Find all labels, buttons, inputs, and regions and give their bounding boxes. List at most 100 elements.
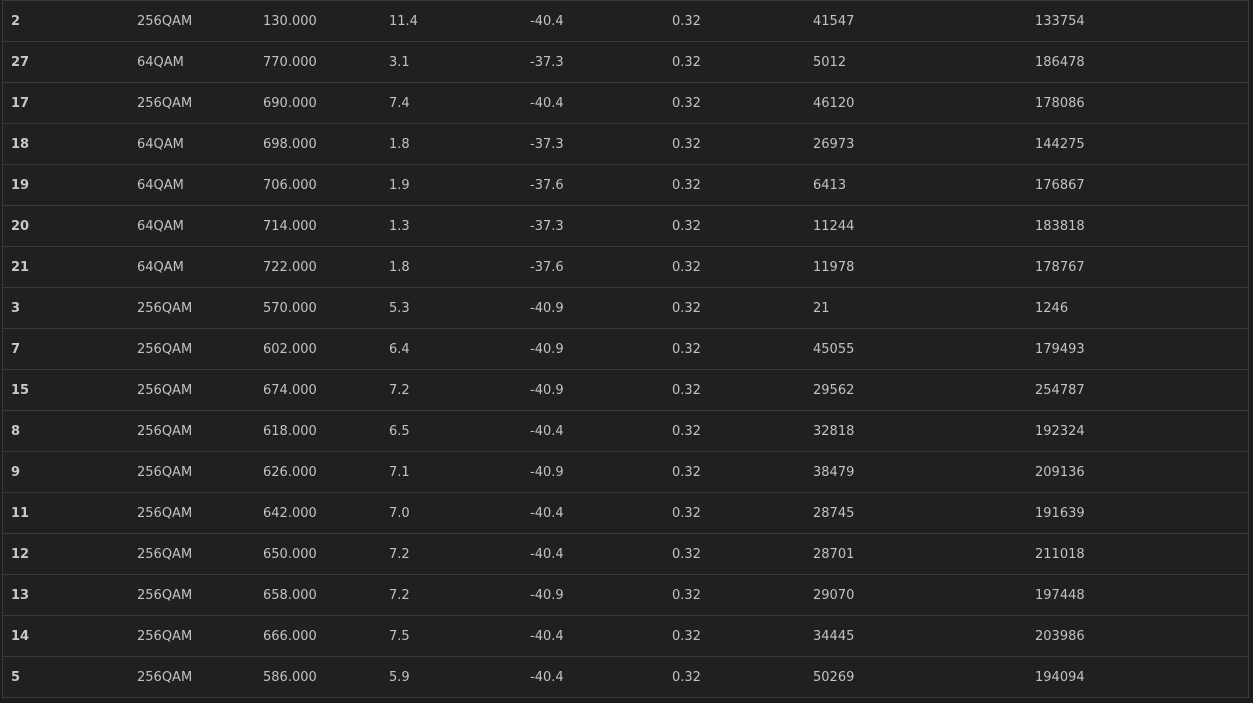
channel-id-cell: 13 — [3, 574, 137, 616]
snr-cell: 7.2 — [389, 369, 530, 411]
power-cell: -40.4 — [530, 615, 672, 657]
table-row: 9 256QAM 626.000 7.1 -40.9 0.32 38479 209136 — [3, 451, 1248, 493]
channel-id-cell: 3 — [3, 287, 137, 329]
modulation-cell: 256QAM — [137, 615, 263, 657]
corrected-cell: 28745 — [813, 492, 1035, 534]
corrected-cell: 50269 — [813, 656, 1035, 698]
value-cell: 0.32 — [672, 0, 813, 42]
uncorrected-cell: 254787 — [1035, 369, 1248, 411]
channel-id-cell: 19 — [3, 164, 137, 206]
modulation-cell: 256QAM — [137, 82, 263, 124]
table-row: 3 256QAM 570.000 5.3 -40.9 0.32 21 1246 — [3, 287, 1248, 329]
channel-id-cell: 12 — [3, 533, 137, 575]
power-cell: -40.9 — [530, 328, 672, 370]
corrected-cell: 11978 — [813, 246, 1035, 288]
channel-table-container: 2 256QAM 130.000 11.4 -40.4 0.32 41547 133754 27… — [2, 0, 1249, 698]
modulation-cell: 256QAM — [137, 574, 263, 616]
corrected-cell: 6413 — [813, 164, 1035, 206]
uncorrected-cell: 191639 — [1035, 492, 1248, 534]
value-cell: 0.32 — [672, 328, 813, 370]
frequency-cell: 618.000 — [263, 410, 389, 452]
channel-id-cell: 8 — [3, 410, 137, 452]
snr-cell: 11.4 — [389, 0, 530, 42]
snr-cell: 1.3 — [389, 205, 530, 247]
value-cell: 0.32 — [672, 574, 813, 616]
snr-cell: 6.5 — [389, 410, 530, 452]
channel-id-cell: 9 — [3, 451, 137, 493]
snr-cell: 7.2 — [389, 533, 530, 575]
frequency-cell: 698.000 — [263, 123, 389, 165]
modulation-cell: 256QAM — [137, 287, 263, 329]
power-cell: -40.4 — [530, 492, 672, 534]
table-row: 27 64QAM 770.000 3.1 -37.3 0.32 5012 186478 — [3, 41, 1248, 83]
modulation-cell: 64QAM — [137, 123, 263, 165]
modulation-cell: 64QAM — [137, 164, 263, 206]
power-cell: -40.4 — [530, 533, 672, 575]
power-cell: -37.3 — [530, 41, 672, 83]
modulation-cell: 64QAM — [137, 41, 263, 83]
modulation-cell: 256QAM — [137, 328, 263, 370]
snr-cell: 7.4 — [389, 82, 530, 124]
modulation-cell: 256QAM — [137, 0, 263, 42]
corrected-cell: 41547 — [813, 0, 1035, 42]
snr-cell: 1.8 — [389, 123, 530, 165]
frequency-cell: 602.000 — [263, 328, 389, 370]
value-cell: 0.32 — [672, 41, 813, 83]
uncorrected-cell: 1246 — [1035, 287, 1248, 329]
uncorrected-cell: 178086 — [1035, 82, 1248, 124]
frequency-cell: 642.000 — [263, 492, 389, 534]
value-cell: 0.32 — [672, 656, 813, 698]
channel-id-cell: 5 — [3, 656, 137, 698]
channel-id-cell: 7 — [3, 328, 137, 370]
corrected-cell: 26973 — [813, 123, 1035, 165]
table-row: 14 256QAM 666.000 7.5 -40.4 0.32 34445 203986 — [3, 615, 1248, 657]
table-row: 12 256QAM 650.000 7.2 -40.4 0.32 28701 211018 — [3, 533, 1248, 575]
value-cell: 0.32 — [672, 287, 813, 329]
value-cell: 0.32 — [672, 615, 813, 657]
snr-cell: 1.8 — [389, 246, 530, 288]
corrected-cell: 11244 — [813, 205, 1035, 247]
frequency-cell: 626.000 — [263, 451, 389, 493]
channel-id-cell: 18 — [3, 123, 137, 165]
channel-table-body: 2 256QAM 130.000 11.4 -40.4 0.32 41547 133754 27… — [3, 0, 1248, 698]
value-cell: 0.32 — [672, 451, 813, 493]
frequency-cell: 770.000 — [263, 41, 389, 83]
corrected-cell: 5012 — [813, 41, 1035, 83]
frequency-cell: 650.000 — [263, 533, 389, 575]
power-cell: -40.4 — [530, 410, 672, 452]
corrected-cell: 32818 — [813, 410, 1035, 452]
snr-cell: 3.1 — [389, 41, 530, 83]
uncorrected-cell: 203986 — [1035, 615, 1248, 657]
uncorrected-cell: 144275 — [1035, 123, 1248, 165]
uncorrected-cell: 179493 — [1035, 328, 1248, 370]
channel-table: 2 256QAM 130.000 11.4 -40.4 0.32 41547 133754 27… — [3, 0, 1248, 698]
corrected-cell: 21 — [813, 287, 1035, 329]
corrected-cell: 34445 — [813, 615, 1035, 657]
uncorrected-cell: 211018 — [1035, 533, 1248, 575]
uncorrected-cell: 209136 — [1035, 451, 1248, 493]
power-cell: -37.6 — [530, 246, 672, 288]
corrected-cell: 46120 — [813, 82, 1035, 124]
modulation-cell: 256QAM — [137, 492, 263, 534]
table-row: 2 256QAM 130.000 11.4 -40.4 0.32 41547 133754 — [3, 0, 1248, 42]
snr-cell: 7.0 — [389, 492, 530, 534]
snr-cell: 6.4 — [389, 328, 530, 370]
uncorrected-cell: 192324 — [1035, 410, 1248, 452]
frequency-cell: 570.000 — [263, 287, 389, 329]
value-cell: 0.32 — [672, 533, 813, 575]
corrected-cell: 29562 — [813, 369, 1035, 411]
value-cell: 0.32 — [672, 246, 813, 288]
uncorrected-cell: 186478 — [1035, 41, 1248, 83]
modulation-cell: 256QAM — [137, 451, 263, 493]
power-cell: -40.9 — [530, 574, 672, 616]
channel-id-cell: 15 — [3, 369, 137, 411]
modulation-cell: 64QAM — [137, 246, 263, 288]
channel-id-cell: 11 — [3, 492, 137, 534]
uncorrected-cell: 133754 — [1035, 0, 1248, 42]
modulation-cell: 64QAM — [137, 205, 263, 247]
value-cell: 0.32 — [672, 164, 813, 206]
snr-cell: 7.1 — [389, 451, 530, 493]
channel-id-cell: 20 — [3, 205, 137, 247]
table-row: 13 256QAM 658.000 7.2 -40.9 0.32 29070 197448 — [3, 574, 1248, 616]
corrected-cell: 28701 — [813, 533, 1035, 575]
